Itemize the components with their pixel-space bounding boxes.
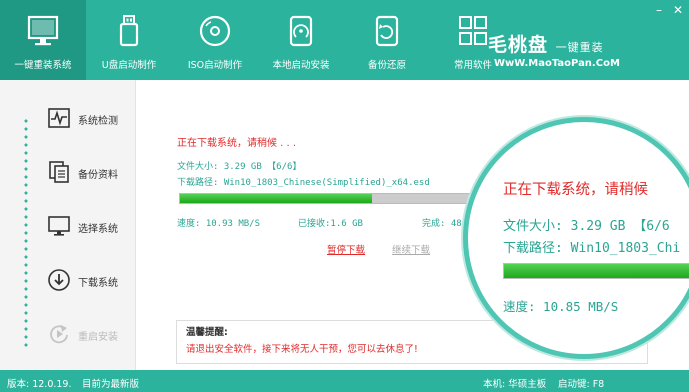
- nav-item-local-install[interactable]: 本地启动安装: [258, 0, 344, 80]
- step-label: 下载系统: [78, 278, 118, 289]
- boot-key-text: 启动键: F8: [558, 379, 605, 390]
- minimize-button[interactable]: –: [652, 4, 666, 16]
- hdd-icon: [289, 15, 313, 47]
- machine-text: 本机: 华硕主板: [483, 379, 547, 390]
- disc-icon: [199, 15, 231, 47]
- magnified-file-size-text: 文件大小: 3.29 GB 【6/6: [503, 219, 670, 234]
- magnifier-callout: 正在下载系统，请稍候 文件大小: 3.29 GB 【6/6 下载路径: Win1…: [463, 117, 689, 359]
- nav-item-usb-boot[interactable]: U盘启动制作: [86, 0, 172, 80]
- monitor-icon: [48, 216, 70, 236]
- logo-suffix: 一键重装: [555, 41, 604, 54]
- step-label: 系统检测: [78, 116, 118, 127]
- update-status-text: 目前为最新版: [82, 379, 140, 390]
- close-button[interactable]: ✕: [671, 4, 685, 16]
- nav-label: 一键重装系统: [14, 60, 72, 71]
- logo-url: WwW.MaoTaoPan.CoM: [494, 58, 620, 69]
- top-nav-bar: 一键重装系统 U盘启动制作 ISO启动制作 本地启动安装 备份还原 常用软件 毛…: [0, 0, 689, 80]
- step-restart-install: 重启安装: [47, 322, 133, 346]
- nav-item-iso-boot[interactable]: ISO启动制作: [172, 0, 258, 80]
- step-download-system: 下载系统: [47, 268, 133, 292]
- status-footer: 版本: 12.0.19. 目前为最新版 本机: 华硕主板 启动键: F8: [0, 370, 689, 392]
- brand-logo: 毛桃盘 一键重装 WwW.MaoTaoPan.CoM: [488, 30, 623, 70]
- download-path-text: 下载路径: Win10_1803_Chinese(Simplified)_x64…: [177, 178, 430, 188]
- nav-item-backup-restore[interactable]: 备份还原: [344, 0, 430, 80]
- tip-title: 温馨提醒:: [186, 327, 228, 338]
- nav-label: 备份还原: [367, 60, 406, 71]
- step-connector-dots: [24, 117, 28, 347]
- tip-text: 请退出安全软件，接下来将无人干预，您可以去休息了!: [186, 344, 418, 355]
- download-progress-fill: [180, 194, 372, 203]
- version-text: 版本: 12.0.19.: [7, 379, 72, 390]
- logo-main: 毛桃盘: [488, 34, 549, 56]
- download-status-text: 正在下载系统，请稍候 . . .: [177, 138, 297, 149]
- restart-icon: [50, 325, 68, 344]
- step-backup-data: 备份资料: [47, 160, 133, 184]
- received-size-text: 已接收:1.6 GB: [298, 219, 363, 229]
- magnified-speed-text: 速度: 10.85 MB/S: [503, 299, 619, 314]
- download-progress-bar: [179, 193, 481, 204]
- documents-icon: [49, 161, 69, 183]
- step-system-check: 系统检测: [47, 106, 133, 130]
- magnified-path-text: 下载路径: Win10_1803_Chi: [503, 241, 681, 256]
- backup-restore-icon: [375, 15, 399, 47]
- magnified-progress-bar: [503, 263, 689, 279]
- apps-grid-icon: [459, 16, 487, 45]
- pause-download-button[interactable]: 暂停下载: [327, 242, 365, 256]
- completion-text: 完成: 48: [422, 219, 462, 229]
- step-label: 重启安装: [78, 332, 118, 343]
- nav-label: U盘启动制作: [101, 60, 157, 71]
- step-label: 选择系统: [78, 224, 118, 235]
- nav-label: 本地启动安装: [272, 60, 330, 71]
- step-sidebar: 系统检测 备份资料 选择系统 下载系统 重启安装: [0, 80, 136, 370]
- pulse-icon: [48, 108, 70, 128]
- step-select-system: 选择系统: [47, 214, 133, 238]
- usb-icon: [119, 15, 139, 47]
- download-speed-text: 速度: 10.93 MB/S: [177, 219, 261, 229]
- nav-item-one-key-reinstall[interactable]: 一键重装系统: [0, 0, 86, 80]
- magnified-progress-fill: [504, 264, 689, 278]
- step-label: 备份资料: [78, 170, 118, 181]
- monitor-icon: [27, 15, 59, 46]
- file-size-text: 文件大小: 3.29 GB 【6/6】: [177, 162, 302, 172]
- continue-download-button[interactable]: 继续下载: [392, 242, 430, 256]
- download-icon: [48, 269, 70, 291]
- magnified-status-text: 正在下载系统，请稍候: [503, 182, 648, 198]
- nav-label: ISO启动制作: [187, 60, 243, 71]
